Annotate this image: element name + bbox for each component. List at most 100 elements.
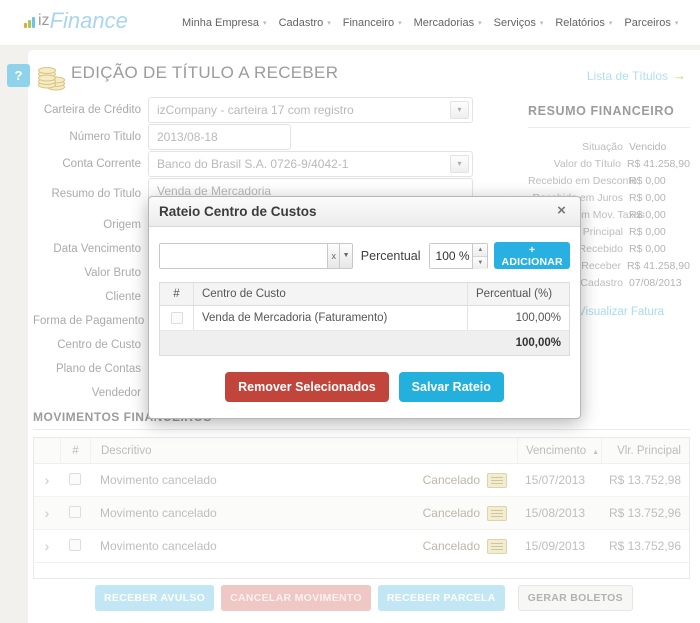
chevron-down-icon: ▾ [609,19,613,27]
summary-value: R$ 41.258,90 [627,156,690,173]
percent-input[interactable] [430,244,478,268]
summary-value: R$ 41.258,90 [627,258,690,275]
table-row: Venda de Mercadoria (Faturamento) 100,00… [160,306,569,331]
summary-label: Recebido em Desconto [528,173,623,190]
adicionar-button[interactable]: + ADICIONAR [494,242,570,269]
form-row: Número Titulo [33,124,483,150]
valor-column-header[interactable]: Vlr. Principal [601,438,689,464]
nav-item-financeiro[interactable]: Financeiro▾ [337,17,408,29]
nav-item-label: Minha Empresa [182,17,259,29]
descritivo-column-header[interactable]: Descritivo [90,438,517,464]
movement-due-date: 15/08/2013 [517,506,601,520]
summary-label: Valor do Título [528,156,621,173]
nav-item-label: Financeiro [343,17,394,29]
rateio-table: # Centro de Custo Percentual (%) Venda d… [159,282,570,356]
cliente-label: Cliente [33,291,148,303]
row-checkbox[interactable] [69,506,81,518]
chevron-down-icon[interactable]: ▾ [450,101,469,119]
remover-selecionados-button[interactable]: Remover Selecionados [225,372,389,402]
row-checkbox[interactable] [69,539,81,551]
row-checkbox[interactable] [69,473,81,485]
nav-item-relatorios[interactable]: Relatórios ▾ [549,17,618,29]
row-checkbox[interactable] [171,312,183,324]
data-vencimento-label: Data Vencimento [33,243,148,255]
nav-item-label: Parceiros [624,17,670,29]
dialog-titlebar[interactable]: Rateio Centro de Custos × [149,197,580,227]
expand-row-icon[interactable]: › [45,472,50,488]
conta-corrente-label: Conta Corrente [33,158,148,170]
boleto-icon[interactable] [487,506,507,521]
salvar-rateio-button[interactable]: Salvar Rateio [399,372,504,402]
centro-custo-label: Centro de Custo [33,339,148,351]
boleto-icon[interactable] [487,539,507,554]
gerar-boletos-button[interactable]: GERAR BOLETOS [518,585,633,611]
close-icon[interactable]: × [553,203,570,220]
vencimento-column-header[interactable]: Vencimento▲ [517,438,601,464]
spinner-up-icon[interactable]: ▲ [473,244,487,257]
table-row: › Movimento cancelado Cancelado 15/08/20… [34,497,689,530]
numero-titulo-input[interactable] [148,124,291,150]
status-badge: Cancelado [423,539,480,553]
movement-value: R$ 13.752,96 [601,539,689,553]
lista-de-titulos-link[interactable]: Lista de Títulos → [587,68,686,83]
page-title: EDIÇÃO DE TÍTULO A RECEBER [71,63,338,83]
nav-item-mercadorias[interactable]: Mercadorias▾ [408,17,488,29]
nav-item-label: Relatórios [555,17,605,29]
summary-value: R$ 0,00 [629,224,666,241]
form-row: Carteira de Crédito izCompany - carteira… [33,97,483,123]
centro-custo-column-header: Centro de Custo [194,288,467,300]
expand-row-icon[interactable]: › [45,538,50,554]
centro-custo-combo-input[interactable] [159,243,328,269]
carteira-credito-select[interactable]: izCompany - carteira 17 com registro ▾ [148,97,473,123]
cancelar-movimento-button[interactable]: CANCELAR MOVIMENTO [221,585,371,611]
summary-value: R$ 0,00 [629,207,666,224]
movements-table: # Descritivo Vencimento▲ Vlr. Principal … [33,437,690,579]
table-row: › Movimento cancelado Cancelado 15/09/20… [34,530,689,563]
nav-item-label: Mercadorias [414,17,475,29]
bar-chart-logo-icon [24,17,36,28]
chevron-down-icon: ▾ [263,19,267,27]
conta-corrente-value: Banco do Brasil S.A. 0726-9/4042-1 [157,157,348,171]
chevron-down-icon[interactable]: ▼ [340,243,352,269]
combo-clear-button[interactable]: x [328,243,340,269]
brand-logo[interactable]: iz Finance [24,8,128,34]
nav-item-parceiros[interactable]: Parceiros ▾ [618,17,684,29]
table-total-row: 100,00% [160,331,569,355]
arrow-right-icon: → [673,68,686,83]
resumo-titulo-label: Resumo do Titulo [33,188,148,200]
num-column-header: # [60,438,90,464]
lista-de-titulos-label: Lista de Títulos [587,69,668,83]
receber-avulso-button[interactable]: RECEBER AVULSO [95,585,214,611]
plano-contas-label: Plano de Contas [33,363,148,375]
chevron-down-icon[interactable]: ▾ [450,155,469,173]
summary-row: Valor do Título R$ 41.258,90 [528,156,690,173]
plus-icon: + [529,244,535,256]
numero-titulo-label: Número Titulo [33,131,148,143]
nav-item-minha-empresa[interactable]: Minha Empresa ▾ [176,17,273,29]
expand-row-icon[interactable]: › [45,505,50,521]
boleto-icon[interactable] [487,473,507,488]
carteira-credito-value: izCompany - carteira 17 com registro [157,103,354,117]
movement-value: R$ 13.752,96 [601,506,689,520]
chevron-down-icon: ▾ [478,19,482,27]
nav-item-cadastro[interactable]: Cadastro▾ [273,17,337,29]
receber-parcela-button[interactable]: RECEBER PARCELA [378,585,505,611]
nav-item-servicos[interactable]: Serviços▾ [488,17,550,29]
visualizar-fatura-link[interactable]: Visualizar Fatura [578,306,664,318]
help-button[interactable]: ? [7,64,30,87]
spinner-down-icon[interactable]: ▼ [473,257,487,269]
vendedor-label: Vendedor [33,387,148,399]
summary-value: Vencido [629,139,666,156]
divider [33,429,690,430]
movement-value: R$ 13.752,98 [601,473,689,487]
forma-pagamento-label: Forma de Pagamento [33,315,148,327]
conta-corrente-select[interactable]: Banco do Brasil S.A. 0726-9/4042-1 ▾ [148,151,473,177]
valor-bruto-label: Valor Bruto [33,267,148,279]
percentual-column-header: Percentual (%) [467,283,569,305]
summary-value: R$ 0,00 [629,173,666,190]
chevron-down-icon: ▾ [675,19,679,27]
summary-row: SituaçãoVencido [528,139,690,156]
app-window: iz Finance Minha Empresa ▾ Cadastro▾ Fina… [0,0,700,623]
percent-total: 100,00% [467,331,569,355]
status-badge: Cancelado [423,473,480,487]
